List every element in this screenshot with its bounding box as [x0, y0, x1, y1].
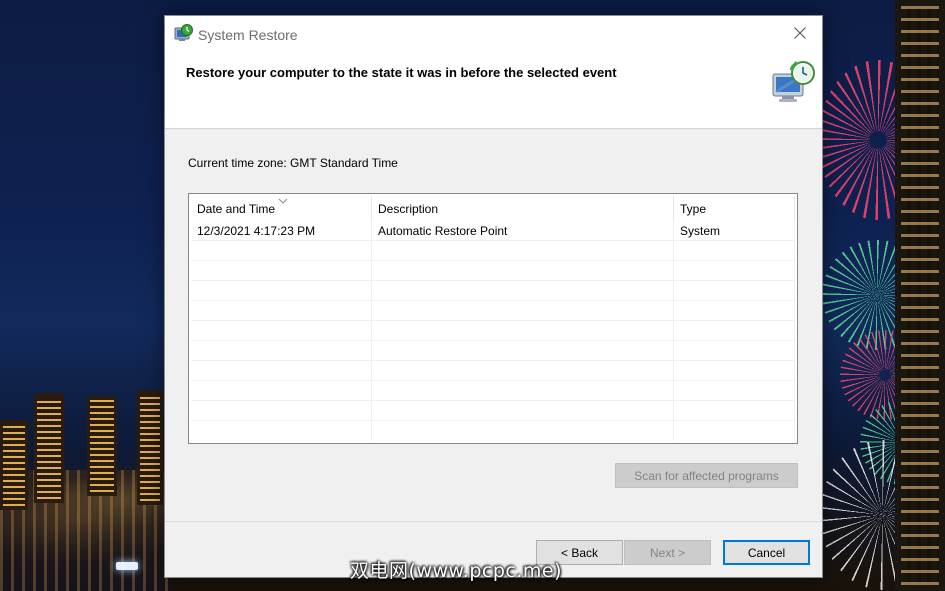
column-header-label: Type — [680, 202, 707, 216]
sort-descending-icon — [278, 194, 288, 204]
empty-row — [191, 301, 795, 321]
restore-monitor-clock-icon — [771, 60, 817, 106]
window-title: System Restore — [198, 27, 298, 43]
empty-row — [191, 241, 795, 261]
building — [34, 393, 64, 503]
watermark-text: 双电网(www.pcpc.me) — [350, 560, 562, 582]
close-button[interactable] — [778, 16, 822, 52]
column-header-date-time[interactable]: Date and Time — [191, 196, 372, 221]
empty-row — [191, 361, 795, 381]
table-row[interactable]: 12/3/2021 4:17:23 PM Automatic Restore P… — [191, 221, 795, 241]
empty-row — [191, 321, 795, 341]
scan-affected-programs-button[interactable]: Scan for affected programs — [615, 463, 798, 488]
column-header-label: Date and Time — [197, 202, 276, 216]
list-header: Date and Time Description Type — [191, 196, 795, 221]
column-header-label: Description — [378, 202, 439, 216]
restore-points-list[interactable]: Date and Time Description Type 12/3/2021… — [188, 193, 798, 444]
column-header-type[interactable]: Type — [674, 196, 795, 221]
empty-row — [191, 401, 795, 421]
empty-row — [191, 261, 795, 281]
footer-divider — [165, 521, 822, 522]
dialog-header: Restore your computer to the state it wa… — [165, 52, 822, 129]
page-heading: Restore your computer to the state it wa… — [186, 65, 617, 80]
cell-description: Automatic Restore Point — [372, 221, 674, 241]
building — [87, 396, 117, 496]
tower-building — [895, 0, 945, 591]
column-header-description[interactable]: Description — [372, 196, 674, 221]
system-restore-icon — [174, 24, 194, 44]
boat — [116, 562, 138, 570]
empty-row — [191, 381, 795, 401]
cancel-button[interactable]: Cancel — [723, 540, 810, 565]
current-timezone-label: Current time zone: GMT Standard Time — [188, 156, 398, 170]
building — [137, 390, 163, 505]
system-restore-dialog: System Restore Restore your computer to … — [164, 15, 823, 578]
cell-type: System — [674, 221, 795, 241]
empty-row — [191, 341, 795, 361]
building — [0, 420, 28, 510]
next-button[interactable]: Next > — [624, 540, 711, 565]
empty-row — [191, 421, 795, 441]
empty-row — [191, 281, 795, 301]
cell-date-time: 12/3/2021 4:17:23 PM — [191, 221, 372, 241]
close-icon — [794, 26, 806, 42]
title-bar[interactable]: System Restore — [165, 16, 822, 52]
